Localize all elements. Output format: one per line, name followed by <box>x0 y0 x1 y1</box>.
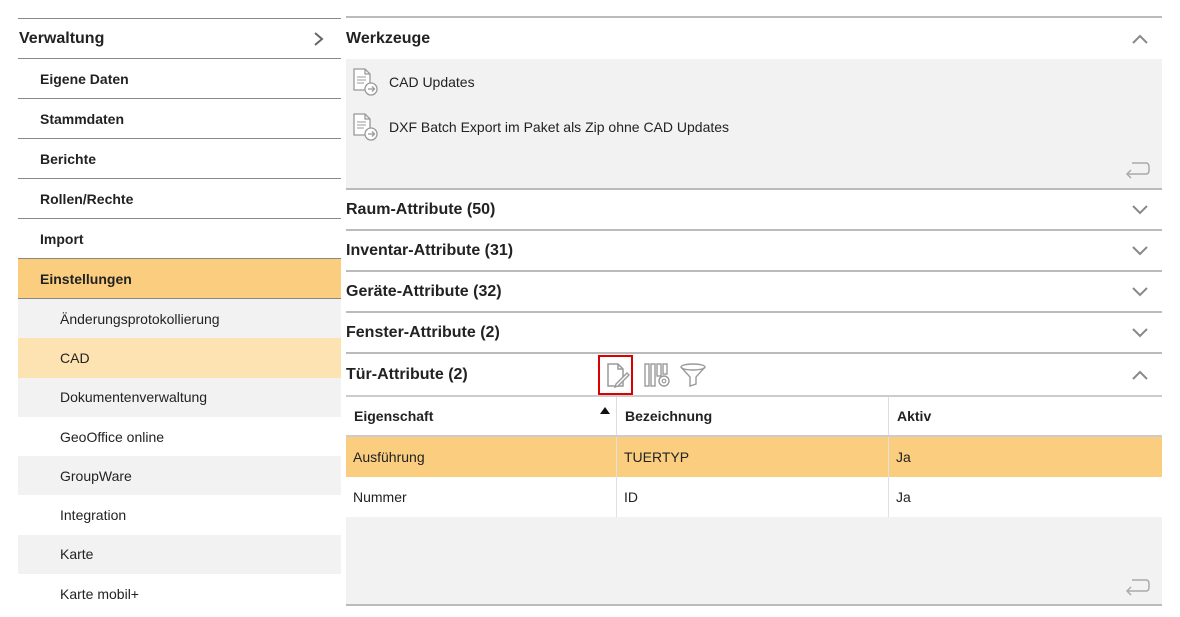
sidebar-item-import[interactable]: Import <box>18 219 341 259</box>
chevron-up-icon[interactable] <box>1132 370 1148 380</box>
chevron-down-icon[interactable] <box>1132 327 1148 338</box>
section-title: Fenster-Attribute (2) <box>346 323 500 341</box>
sidebar-subitem-karte[interactable]: Karte <box>18 534 341 575</box>
section-fenster-attribute[interactable]: Fenster-Attribute (2) <box>346 313 1162 354</box>
table-row[interactable]: Nummer ID Ja <box>346 477 1162 517</box>
sort-ascending-icon[interactable] <box>600 407 610 414</box>
sidebar-title: Verwaltung <box>19 29 105 47</box>
sidebar-subitem-integration[interactable]: Integration <box>18 495 341 535</box>
tool-dxf-batch-export[interactable]: DXF Batch Export im Paket als Zip ohne C… <box>346 104 1162 149</box>
sidebar-item-rollen-rechte[interactable]: Rollen/Rechte <box>18 179 341 219</box>
main-content: Werkzeuge CAD Updates DXF Batch Export i… <box>346 16 1162 606</box>
tool-label: CAD Updates <box>389 73 475 90</box>
sidebar-item-label: Rollen/Rechte <box>40 190 134 207</box>
chevron-right-icon[interactable] <box>311 31 325 46</box>
sidebar-item-label: Stammdaten <box>40 110 125 127</box>
sidebar-subitem-label: Karte mobil+ <box>60 585 139 602</box>
chevron-down-icon[interactable] <box>1132 245 1148 256</box>
table-row[interactable]: Ausführung TUERTYP Ja <box>346 437 1162 477</box>
sidebar-subitem-label: CAD <box>60 349 90 366</box>
sidebar-subitem-label: GeoOffice online <box>60 428 165 445</box>
sidebar-subitem-groupware[interactable]: GroupWare <box>18 456 341 496</box>
sidebar-item-stammdaten[interactable]: Stammdaten <box>18 99 341 139</box>
tuer-attribute-table: Eigenschaft Bezeichnung Aktiv Ausführung… <box>346 395 1162 606</box>
sidebar-header[interactable]: Verwaltung <box>18 18 341 59</box>
table-cell: ID <box>617 477 889 517</box>
tools-section-header[interactable]: Werkzeuge <box>346 16 1162 59</box>
return-arrow-icon[interactable] <box>1124 578 1150 596</box>
section-title: Inventar-Attribute (31) <box>346 241 514 259</box>
sidebar-subitem-aenderungsprotokollierung[interactable]: Änderungsprotokollierung <box>18 299 341 339</box>
sidebar-item-label: Eigene Daten <box>40 70 129 87</box>
column-settings-icon[interactable] <box>642 360 672 390</box>
section-title: Raum-Attribute (50) <box>346 200 496 218</box>
table-header: Eigenschaft Bezeichnung Aktiv <box>346 397 1162 437</box>
return-arrow-icon[interactable] <box>1124 161 1150 179</box>
sidebar-subitem-label: Änderungsprotokollierung <box>60 310 220 327</box>
chevron-up-icon[interactable] <box>1132 34 1148 44</box>
table-cell: TUERTYP <box>617 437 889 477</box>
tool-label: DXF Batch Export im Paket als Zip ohne C… <box>389 118 730 135</box>
column-header-label: Eigenschaft <box>354 408 434 424</box>
section-inventar-attribute[interactable]: Inventar-Attribute (31) <box>346 231 1162 272</box>
sidebar-item-eigene-daten[interactable]: Eigene Daten <box>18 59 341 99</box>
tools-section-body: CAD Updates DXF Batch Export im Paket al… <box>346 59 1162 190</box>
sidebar-item-label: Einstellungen <box>40 270 132 287</box>
tool-cad-updates[interactable]: CAD Updates <box>346 59 1162 104</box>
edit-document-button[interactable] <box>598 354 633 395</box>
tools-section-title: Werkzeuge <box>346 29 431 47</box>
filter-icon[interactable] <box>678 360 708 390</box>
sidebar-item-label: Import <box>40 230 84 247</box>
sidebar-item-einstellungen[interactable]: Einstellungen <box>18 259 341 299</box>
sidebar-subitem-karte-mobil[interactable]: Karte mobil+ <box>18 574 341 614</box>
section-title: Geräte-Attribute (32) <box>346 282 502 300</box>
column-header-aktiv[interactable]: Aktiv <box>889 397 1162 435</box>
admin-sidebar: Verwaltung Eigene Daten Stammdaten Beric… <box>18 18 341 614</box>
sidebar-subitem-label: Karte <box>60 546 94 563</box>
column-header-label: Bezeichnung <box>625 408 713 424</box>
section-tuer-attribute[interactable]: Tür-Attribute (2) <box>346 354 1162 395</box>
column-header-bezeichnung[interactable]: Bezeichnung <box>617 397 889 435</box>
sidebar-subitem-dokumentenverwaltung[interactable]: Dokumentenverwaltung <box>18 377 341 417</box>
sidebar-subitem-label: Dokumentenverwaltung <box>60 389 208 406</box>
sidebar-item-berichte[interactable]: Berichte <box>18 139 341 179</box>
document-arrow-icon <box>353 112 378 141</box>
column-header-label: Aktiv <box>897 408 932 424</box>
table-cell: Ausführung <box>346 437 617 477</box>
sidebar-item-label: Berichte <box>40 150 97 167</box>
sidebar-subitem-geooffice-online[interactable]: GeoOffice online <box>18 416 341 457</box>
chevron-down-icon[interactable] <box>1132 204 1148 215</box>
edit-document-icon <box>606 362 630 388</box>
sidebar-subitem-cad[interactable]: CAD <box>18 338 341 378</box>
section-raum-attribute[interactable]: Raum-Attribute (50) <box>346 190 1162 231</box>
section-title: Tür-Attribute (2) <box>346 365 468 383</box>
chevron-down-icon[interactable] <box>1132 286 1148 297</box>
table-cell: Ja <box>896 449 911 465</box>
table-cell: Ja <box>896 489 911 505</box>
document-arrow-icon <box>353 67 378 96</box>
table-cell: Nummer <box>346 477 617 517</box>
sidebar-subitem-label: Integration <box>60 507 127 524</box>
column-header-eigenschaft[interactable]: Eigenschaft <box>346 397 617 435</box>
sidebar-subitem-label: GroupWare <box>60 467 132 484</box>
section-geraete-attribute[interactable]: Geräte-Attribute (32) <box>346 272 1162 313</box>
